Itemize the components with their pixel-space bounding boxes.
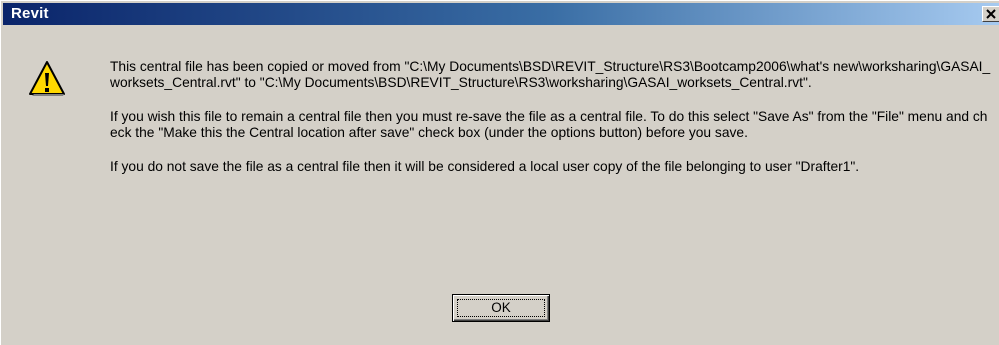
window-title: Revit [11,5,49,22]
message-paragraph-resave: If you wish this file to remain a centra… [110,109,988,140]
close-button[interactable] [982,6,999,22]
ok-button[interactable]: OK [452,294,550,322]
title-bar[interactable]: Revit [3,3,999,25]
warning-icon [29,61,65,96]
close-icon [986,9,996,19]
message-paragraph-local-copy: If you do not save the file as a central… [110,159,860,174]
message-paragraph-moved: This central file has been copied or mov… [110,59,991,90]
message-text: This central file has been copied or mov… [110,59,994,193]
ok-button-label: OK [491,300,511,315]
revit-dialog: Revit This central file has been copied … [0,0,999,345]
